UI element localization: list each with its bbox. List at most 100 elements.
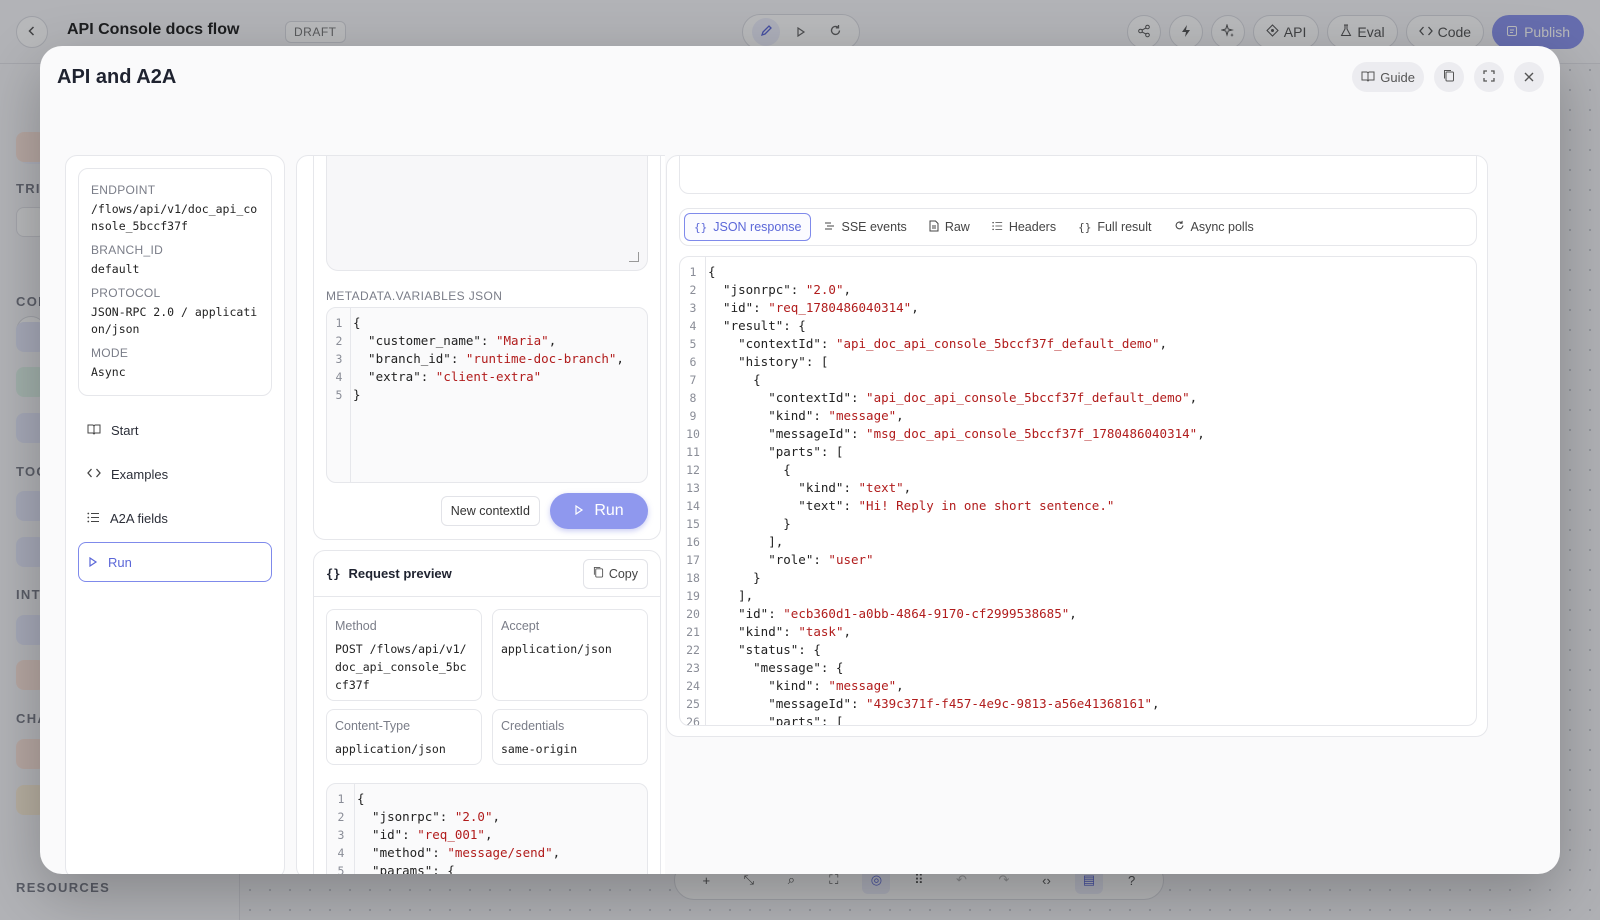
line-number: 18 xyxy=(686,571,700,585)
line-number: 2 xyxy=(337,810,345,824)
code-token: "method": xyxy=(357,845,448,860)
braces-icon: {} xyxy=(1078,220,1092,234)
nav-item-a2a-fields[interactable]: A2A fields xyxy=(78,498,272,538)
response-card: {} JSON response SSE events Raw Headers xyxy=(666,155,1488,737)
code-line: 15 } xyxy=(680,515,1476,533)
string-token: "msg_doc_api_console_5bccf37f_1780486040… xyxy=(866,426,1198,441)
code-text: "history": [ xyxy=(706,353,828,371)
response-status-area xyxy=(679,156,1477,194)
code-text: "params": { xyxy=(355,862,455,874)
code-token: "message": { xyxy=(708,660,844,675)
code-line: 2 "jsonrpc": "2.0", xyxy=(680,281,1476,299)
protocol-label: PROTOCOL xyxy=(91,286,161,300)
string-token: "ecb360d1-a0bb-4864-9170-cf2999538685" xyxy=(783,606,1070,621)
line-number: 25 xyxy=(686,697,700,711)
nav-item-examples[interactable]: Examples xyxy=(78,454,272,494)
string-token: "2.0" xyxy=(454,809,493,824)
string-token: "user" xyxy=(828,552,874,567)
code-text: "status": { xyxy=(706,641,821,659)
credentials-label: Credentials xyxy=(501,719,565,733)
code-text: "kind": "message", xyxy=(706,407,903,425)
code-line: 5 "contextId": "api_doc_api_console_5bcc… xyxy=(680,335,1476,353)
line-number: 17 xyxy=(686,553,700,567)
tab-raw[interactable]: Raw xyxy=(920,213,979,241)
code-line: 5 "params": { xyxy=(327,862,647,874)
code-line: 26 "parts": [ xyxy=(680,713,1476,725)
guide-button[interactable]: Guide xyxy=(1352,62,1424,92)
code-text: "contextId": "api_doc_api_console_5bccf3… xyxy=(706,389,1197,407)
code-text: "contextId": "api_doc_api_console_5bccf3… xyxy=(706,335,1167,353)
new-context-id-button[interactable]: New contextId xyxy=(440,496,540,526)
string-token: "req_001" xyxy=(417,827,485,842)
code-text: "extra": "client-extra" xyxy=(351,368,541,386)
nav-item-start[interactable]: Start xyxy=(78,410,272,450)
fullscreen-button[interactable] xyxy=(1474,62,1504,92)
code-text: } xyxy=(351,386,361,404)
braces-icon: {} xyxy=(694,220,708,234)
code-line: 19 ], xyxy=(680,587,1476,605)
credentials-cell: Credentials same-origin xyxy=(492,709,648,765)
code-token: "branch_id": xyxy=(353,351,466,366)
tab-sse-events[interactable]: SSE events xyxy=(815,213,915,241)
braces-icon: {} xyxy=(326,566,341,581)
response-tabs: {} JSON response SSE events Raw Headers xyxy=(679,208,1477,246)
tab-async-polls[interactable]: Async polls xyxy=(1165,213,1263,241)
code-icon xyxy=(87,467,101,482)
string-token: "req_1780486040314" xyxy=(768,300,912,315)
line-number: 19 xyxy=(686,589,700,603)
code-token: , xyxy=(1159,336,1168,351)
accept-value: application/json xyxy=(501,642,612,656)
code-text: "role": "user" xyxy=(706,551,874,569)
book-icon xyxy=(1361,70,1375,85)
code-line: 12 { xyxy=(680,461,1476,479)
string-token: "message/send" xyxy=(447,845,553,860)
copy-request-button[interactable]: Copy xyxy=(582,558,648,589)
code-line: 13 "kind": "text", xyxy=(680,479,1476,497)
code-token: , xyxy=(1189,390,1198,405)
string-token: "task" xyxy=(798,624,844,639)
refresh-icon xyxy=(1174,220,1185,234)
resize-handle-icon[interactable] xyxy=(629,252,639,262)
tab-headers[interactable]: Headers xyxy=(983,213,1065,241)
tab-json-response[interactable]: {} JSON response xyxy=(684,213,812,241)
run-button[interactable]: Run xyxy=(550,493,648,529)
metadata-json-editor[interactable]: 1{2 "customer_name": "Maria", 3 "branch_i… xyxy=(326,307,648,483)
file-icon xyxy=(929,220,939,235)
copy-modal-button[interactable] xyxy=(1434,62,1464,92)
string-token: "2.0" xyxy=(805,282,844,297)
line-number: 8 xyxy=(689,391,697,405)
code-token: { xyxy=(708,372,761,387)
code-token: , xyxy=(616,351,624,366)
code-token: "role": xyxy=(708,552,829,567)
code-token: "id": xyxy=(708,606,784,621)
code-line: 2 "customer_name": "Maria", xyxy=(327,332,647,350)
close-button[interactable] xyxy=(1514,62,1544,92)
code-token: , xyxy=(911,300,919,315)
mode-value: Async xyxy=(91,365,126,379)
accept-cell: Accept application/json xyxy=(492,609,648,701)
code-line: 1{ xyxy=(327,790,647,808)
code-line: 21 "kind": "task", xyxy=(680,623,1476,641)
message-textarea[interactable] xyxy=(326,156,648,271)
code-token: "jsonrpc": xyxy=(357,809,455,824)
line-number: 2 xyxy=(689,283,697,297)
run-panel: METADATA.VARIABLES JSON 1{2 "customer_na… xyxy=(296,155,676,874)
code-line: 17 "role": "user" xyxy=(680,551,1476,569)
tab-full-result[interactable]: {} Full result xyxy=(1069,213,1160,241)
code-line: 7 { xyxy=(680,371,1476,389)
code-line: 9 "kind": "message", xyxy=(680,407,1476,425)
play-icon xyxy=(88,555,98,570)
code-line: 3 "branch_id": "runtime-doc-branch", xyxy=(327,350,647,368)
nav-item-run[interactable]: Run xyxy=(78,542,272,582)
string-token: "Hi! Reply in one short sentence." xyxy=(858,498,1115,513)
method-value: POST /flows/api/v1/doc_api_console_5bccf… xyxy=(335,642,467,692)
modal-body: ENDPOINT /flows/api/v1/doc_api_console_5… xyxy=(65,109,1535,874)
json-response-viewer[interactable]: 1{2 "jsonrpc": "2.0", 3 "id": "req_178048… xyxy=(679,256,1477,726)
line-number: 14 xyxy=(686,499,700,513)
metadata-variables-label: METADATA.VARIABLES JSON xyxy=(326,289,503,303)
line-number: 1 xyxy=(337,792,345,806)
string-token: "439c371f-f457-4e9c-9813-a56e41368161" xyxy=(866,696,1153,711)
nav-item-label: Start xyxy=(111,422,139,438)
stream-icon xyxy=(824,220,835,234)
line-number: 5 xyxy=(337,864,345,874)
